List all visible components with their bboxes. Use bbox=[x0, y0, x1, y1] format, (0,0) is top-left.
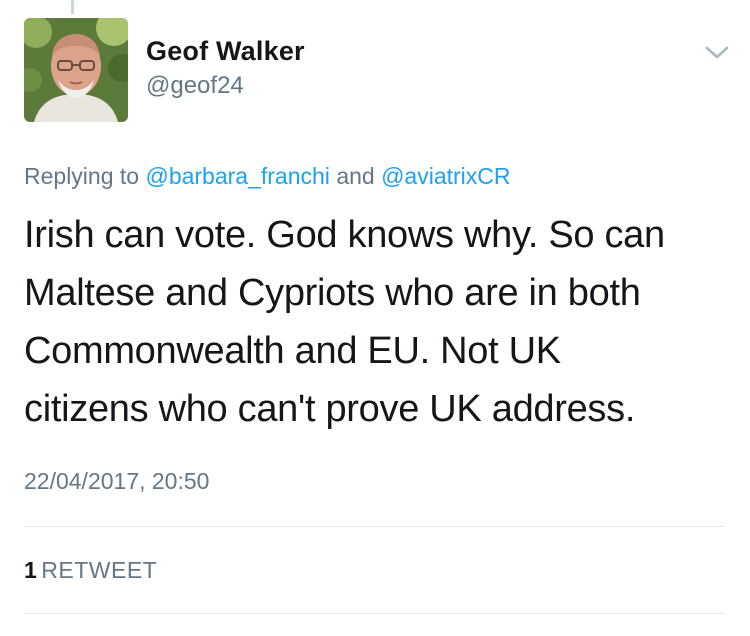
retweet-stats[interactable]: 1 RETWEET bbox=[24, 557, 157, 584]
retweet-count: 1 bbox=[24, 557, 38, 583]
mention-link[interactable]: @barbara_franchi bbox=[145, 163, 329, 189]
chevron-down-icon[interactable] bbox=[704, 42, 730, 62]
tweet-text: Irish can vote. God knows why. So can Ma… bbox=[24, 206, 724, 438]
divider bbox=[24, 613, 724, 614]
mention-link[interactable]: @aviatrixCR bbox=[381, 163, 510, 189]
tweet-text-line: Maltese and Cypriots who are in both bbox=[24, 272, 641, 314]
reply-prefix: Replying to bbox=[24, 163, 140, 189]
retweet-label: RETWEET bbox=[41, 557, 158, 583]
reply-conjunction: and bbox=[336, 163, 375, 189]
reply-context: Replying to @barbara_franchi and @aviatr… bbox=[24, 163, 511, 190]
thread-connector-line bbox=[71, 0, 74, 14]
tweet-text-line: Irish can vote. God knows why. So can bbox=[24, 214, 665, 256]
author-display-name[interactable]: Geof Walker bbox=[146, 36, 305, 67]
divider bbox=[24, 526, 724, 527]
author-handle[interactable]: @geof24 bbox=[146, 72, 244, 100]
profile-photo bbox=[24, 18, 128, 122]
tweet-timestamp[interactable]: 22/04/2017, 20:50 bbox=[24, 468, 209, 495]
tweet-text-line: citizens who can't prove UK address. bbox=[24, 388, 636, 430]
tweet-text-line: Commonwealth and EU. Not UK bbox=[24, 330, 561, 372]
avatar[interactable] bbox=[24, 18, 128, 122]
